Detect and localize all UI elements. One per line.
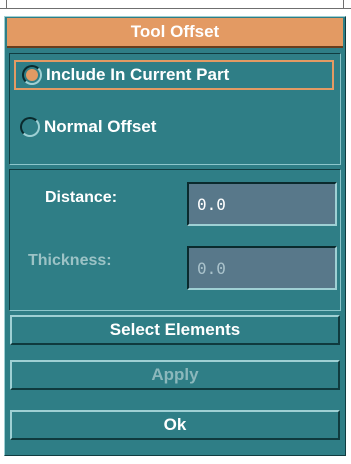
thickness-value: 0.0 <box>197 258 226 278</box>
apply-button: Apply <box>10 360 340 390</box>
ok-label: Ok <box>163 415 187 434</box>
select-elements-label: Select Elements <box>109 320 241 339</box>
tool-offset-dialog: Tool Offset Include In Current Part Norm… <box>4 16 346 456</box>
apply-label: Apply <box>151 365 199 384</box>
dialog-title-bar[interactable]: Tool Offset <box>7 18 343 48</box>
distance-input[interactable]: 0.0 <box>187 182 337 226</box>
thickness-input: 0.0 <box>187 246 337 290</box>
select-elements-button[interactable]: Select Elements <box>10 315 340 345</box>
ok-button[interactable]: Ok <box>10 410 340 440</box>
normal-offset-option[interactable]: Normal Offset <box>14 112 334 142</box>
offset-parameters-group: Distance: 0.0 Thickness: 0.0 <box>9 169 341 311</box>
include-in-current-part-option[interactable]: Include In Current Part <box>14 60 334 90</box>
window-right-tick <box>343 0 344 9</box>
dialog-title: Tool Offset <box>130 22 220 41</box>
offset-mode-group: Include In Current Part Normal Offset <box>9 53 341 165</box>
radio-selected-icon[interactable] <box>22 65 42 85</box>
thickness-label: Thickness: <box>28 252 112 269</box>
distance-value: 0.0 <box>197 194 226 214</box>
window-top-edge <box>0 8 351 9</box>
radio-unselected-icon[interactable] <box>20 117 40 137</box>
window-left-tick <box>6 0 7 9</box>
include-in-current-part-label: Include In Current Part <box>46 65 230 84</box>
distance-label: Distance: <box>45 189 118 206</box>
normal-offset-label: Normal Offset <box>44 117 157 136</box>
